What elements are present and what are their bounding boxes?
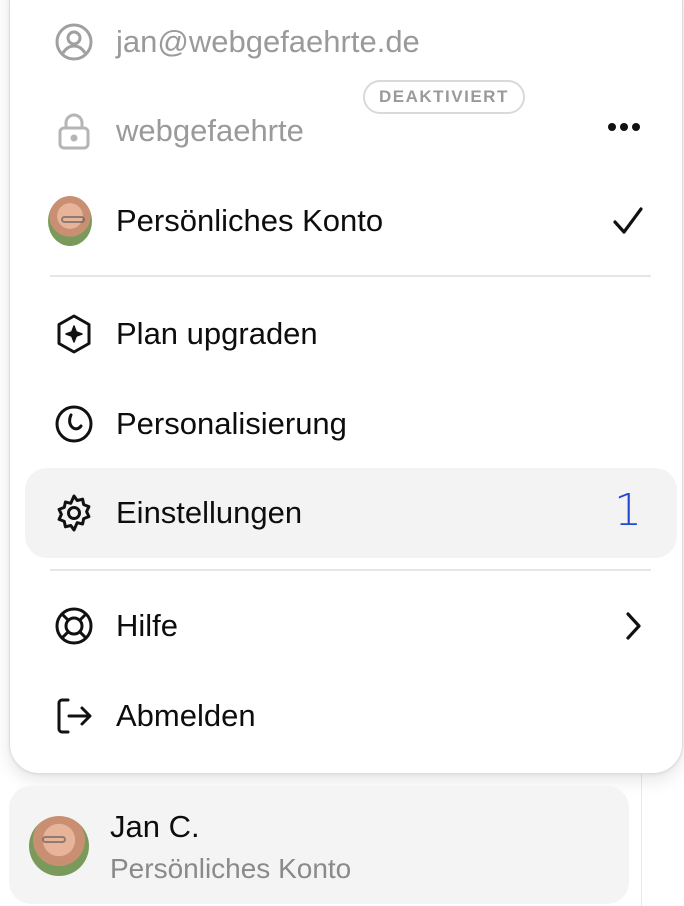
- annotation-number: 1: [614, 485, 642, 536]
- sidebar-divider: [641, 760, 642, 906]
- avatar: [29, 816, 89, 876]
- chevron-right-icon: [624, 611, 642, 641]
- personalization-icon: [52, 402, 96, 446]
- menu-item-help[interactable]: Hilfe: [10, 581, 684, 671]
- account-name: Jan C.: [110, 809, 200, 844]
- lifebuoy-icon: [52, 604, 96, 648]
- workspace-name: webgefaehrte: [116, 113, 304, 148]
- menu-item-settings[interactable]: Einstellungen 1: [10, 468, 684, 558]
- sparkle-hexagon-icon: [52, 312, 96, 356]
- menu-workspace-row[interactable]: webgefaehrte: [10, 86, 684, 176]
- menu-item-logout[interactable]: Abmelden: [10, 671, 684, 761]
- menu-item-label: Hilfe: [116, 608, 179, 643]
- status-badge: DEAKTIVIERT: [363, 80, 525, 114]
- menu-item-label: Abmelden: [116, 698, 256, 733]
- menu-item-label: Plan upgraden: [116, 316, 318, 351]
- lock-icon: [52, 109, 96, 153]
- profile-menu: jan@webgefaehrte.de webgefaehrte DEAKTIV…: [9, 0, 683, 774]
- account-email: jan@webgefaehrte.de: [116, 24, 420, 59]
- gear-icon: [52, 491, 96, 535]
- menu-item-plan-upgrade[interactable]: Plan upgraden: [10, 289, 684, 379]
- account-type: Persönliches Konto: [110, 853, 352, 884]
- menu-divider: [50, 275, 651, 277]
- personal-account-label: Persönliches Konto: [116, 203, 384, 238]
- menu-personal-account[interactable]: Persönliches Konto: [10, 176, 684, 266]
- menu-item-label: Einstellungen: [116, 495, 303, 530]
- checkmark-icon: [612, 206, 644, 236]
- menu-item-label: Personalisierung: [116, 406, 347, 441]
- user-circle-icon: [52, 20, 96, 64]
- menu-item-personalization[interactable]: Personalisierung: [10, 379, 684, 469]
- menu-divider: [50, 569, 651, 571]
- logout-icon: [52, 694, 96, 738]
- more-options-icon[interactable]: [606, 121, 642, 133]
- avatar: [48, 196, 92, 246]
- account-switcher[interactable]: Jan C. Persönliches Konto: [9, 786, 629, 904]
